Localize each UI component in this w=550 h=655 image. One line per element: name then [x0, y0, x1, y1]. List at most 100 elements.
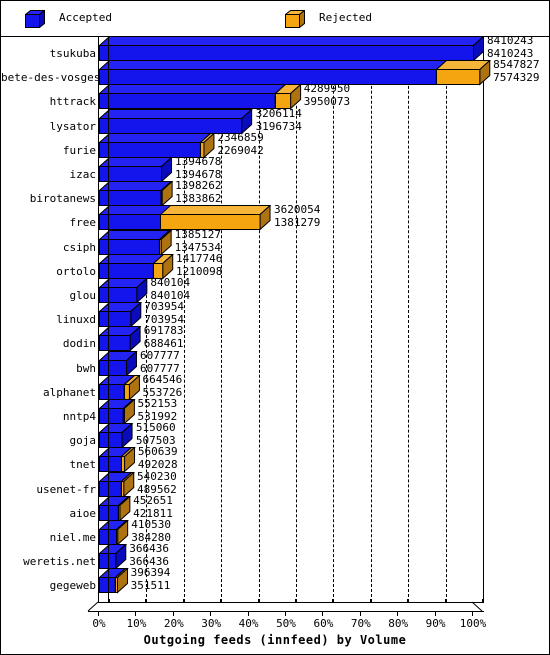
bar-value-accepted: 2269042	[217, 143, 264, 157]
category-label: tnet	[69, 458, 97, 472]
bar-value-total: 664546	[142, 372, 183, 386]
category-label: nntp4	[62, 410, 96, 423]
bar-value-total: 452651	[133, 493, 173, 507]
x-tick-stem	[322, 610, 324, 616]
bar-segment-rejected	[122, 399, 136, 425]
bar-value-total: 607777	[140, 348, 180, 362]
x-tick-mark	[407, 598, 410, 603]
x-tick-mark	[182, 598, 185, 603]
category-label: bete-des-vosges	[1, 71, 101, 85]
bar-value-total: 1394678	[175, 155, 222, 168]
gridline	[370, 36, 372, 602]
x-tick-label: 90%	[425, 616, 446, 630]
bar-value-total: 840104	[150, 276, 191, 289]
bar-value-accepted: 607777	[140, 361, 180, 375]
category-label: gegeweb	[49, 579, 96, 593]
bar-value-total: 2346859	[217, 130, 264, 144]
x-tick-stem	[359, 610, 361, 616]
bar-segment-rejected	[116, 520, 130, 546]
x-tick-mark	[295, 598, 297, 603]
category-label: goja	[69, 434, 97, 448]
category-label: tsukuba	[49, 47, 96, 60]
category-label: lysator	[49, 119, 96, 133]
bar-value-total: 560639	[137, 445, 178, 459]
x-tick-mark	[145, 598, 148, 603]
x-tick-stem	[98, 610, 99, 616]
bar-segment-rejected	[160, 181, 174, 207]
category-label: alphanet	[43, 385, 96, 399]
x-tick-mark	[108, 598, 110, 603]
legend-label-rejected: Rejected	[319, 11, 372, 24]
bar-segment-accepted	[99, 36, 485, 62]
bar-value-accepted: 351511	[130, 579, 171, 593]
x-tick-label: 20%	[163, 616, 184, 630]
x-tick-label: 50%	[276, 616, 296, 630]
y-axis-line	[98, 36, 99, 602]
bar-value-total: 3206114	[255, 106, 302, 120]
plot-area: 8410243 8410243 8547827 7574329 4289950 395…	[1, 34, 549, 654]
bar-value-total: 8410243	[487, 34, 534, 47]
bar-value-accepted: 1347534	[174, 240, 221, 254]
bar-value-total: 552153	[137, 397, 178, 410]
bar-value-accepted: 492028	[137, 458, 178, 472]
x-tick-label: 80%	[388, 616, 409, 630]
category-label: free	[69, 216, 97, 230]
category-label: birotanews	[29, 192, 96, 206]
category-label: linuxd	[56, 313, 96, 327]
category-label: weretis.net	[23, 555, 96, 569]
category-label: httrack	[49, 95, 96, 109]
x-tick-label: 40%	[238, 616, 259, 630]
x-tick-mark	[257, 598, 260, 603]
x-tick-stem	[210, 610, 212, 616]
bar-segment-rejected	[435, 60, 491, 86]
bar-value-total: 4289950	[303, 82, 351, 96]
bar-value-total: 1417746	[176, 251, 223, 265]
x-tick-label: 100%	[459, 616, 487, 630]
x-tick-stem	[247, 610, 249, 616]
bar-segment-rejected	[117, 495, 131, 522]
cube-icon	[25, 10, 45, 28]
x-tick-mark	[369, 598, 372, 603]
x-tick-stem	[397, 610, 399, 616]
x-tick-stem	[472, 610, 473, 616]
x-tick-mark	[220, 598, 223, 603]
category-label: izac	[69, 168, 97, 181]
bar-value-accepted: 1381279	[273, 216, 321, 230]
bar-segment-rejected	[114, 568, 129, 595]
category-label: dodin	[62, 337, 96, 351]
category-label: aioe	[69, 506, 97, 520]
bar-value-total: 8547827	[493, 58, 540, 72]
legend-label-accepted: Accepted	[59, 11, 112, 24]
gridline	[333, 36, 335, 602]
bar-value-accepted: 1383862	[175, 192, 222, 206]
x-tick-label: 0%	[92, 616, 106, 630]
bar-value-total: 410530	[131, 518, 171, 531]
category-label: niel.me	[49, 531, 96, 544]
x-tick-mark	[444, 598, 447, 603]
category-label: ortolo	[56, 264, 96, 278]
gridline	[483, 36, 484, 602]
x-tick-label: 70%	[350, 616, 371, 630]
bar-value-total: 691783	[143, 324, 184, 338]
category-label: furie	[62, 143, 96, 157]
chart-legend: Accepted Rejected	[1, 1, 549, 37]
x-axis-title: Outgoing feeds (innfeed) by Volume	[143, 632, 407, 647]
category-label: glou	[69, 289, 97, 302]
bar-segment-accepted	[99, 302, 143, 328]
bar-segment-accepted	[99, 350, 138, 377]
bar-value-total: 396394	[130, 566, 171, 580]
bar-segment-accepted	[99, 157, 173, 183]
category-label: usenet-fr	[36, 482, 96, 496]
bar-segment-accepted	[99, 278, 149, 304]
x-tick-mark	[482, 598, 484, 603]
x-tick-label: 30%	[201, 616, 222, 630]
gridline	[408, 36, 410, 602]
bar-value-total: 366436	[129, 542, 170, 556]
cube-icon	[285, 10, 305, 28]
category-label: csiph	[62, 240, 96, 254]
category-label: bwh	[76, 361, 96, 375]
bar-segment-accepted	[99, 544, 128, 570]
bar-value-accepted: 3196734	[255, 119, 302, 133]
x-tick-stem	[285, 610, 286, 616]
x-tick-stem	[172, 610, 174, 616]
